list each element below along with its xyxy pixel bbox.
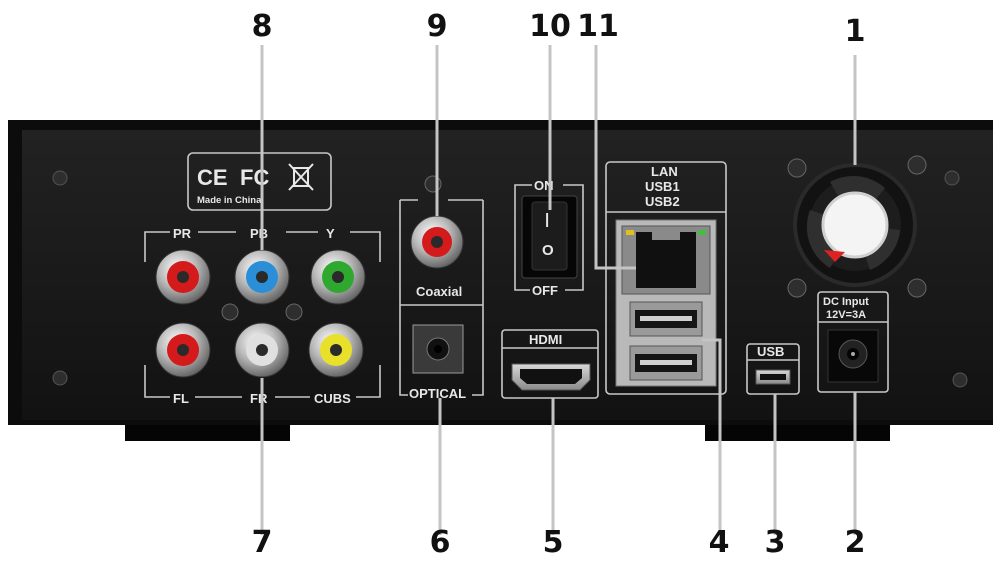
label-fr: FR <box>250 391 268 406</box>
screw-icon <box>907 278 927 298</box>
coaxial-port[interactable] <box>410 215 464 269</box>
rca-cubs-port[interactable] <box>308 322 364 378</box>
label-pb: PB <box>250 226 268 241</box>
rca-pr-port[interactable] <box>155 249 211 305</box>
hdmi-port[interactable] <box>511 363 591 391</box>
made-in-label: Made in China <box>197 195 262 206</box>
label-dc-input: DC Input <box>823 296 869 308</box>
screw-icon <box>221 303 239 321</box>
optical-port[interactable] <box>412 324 464 374</box>
diagram-svg: CE FC Made in China PR PB Y FL FR CUBS C… <box>8 45 993 535</box>
screw-icon <box>52 170 68 186</box>
lan-led-yellow <box>626 230 634 235</box>
callout-1: 1 <box>844 14 866 49</box>
callout-2: 2 <box>844 525 866 560</box>
callout-5: 5 <box>542 525 564 560</box>
switch-off-mark: O <box>542 242 554 259</box>
label-coaxial: Coaxial <box>416 284 462 299</box>
screw-icon <box>787 158 807 178</box>
foot-right <box>705 425 890 441</box>
label-y: Y <box>326 226 335 241</box>
screw-icon <box>787 278 807 298</box>
label-optical: OPTICAL <box>409 386 466 401</box>
ethernet-port[interactable] <box>621 225 711 295</box>
label-usb: USB <box>757 344 784 359</box>
rca-y-port[interactable] <box>310 249 366 305</box>
foot-left <box>125 425 290 441</box>
callout-10: 10 <box>529 9 571 44</box>
callout-7: 7 <box>251 525 273 560</box>
label-cubs: CUBS <box>314 391 351 406</box>
label-fl: FL <box>173 391 189 406</box>
screw-icon <box>952 372 968 388</box>
usb1-port[interactable] <box>629 301 703 337</box>
screw-icon <box>424 175 442 193</box>
rca-fl-port[interactable] <box>155 322 211 378</box>
screw-icon <box>907 155 927 175</box>
screw-icon <box>52 370 68 386</box>
label-usb2: USB2 <box>645 194 680 209</box>
switch-on-mark: | <box>545 211 549 228</box>
label-hdmi: HDMI <box>529 332 562 347</box>
rca-fr-port[interactable] <box>234 322 290 378</box>
label-lan: LAN <box>651 164 678 179</box>
screw-icon <box>944 170 960 186</box>
device-rear-panel-diagram: CE FC Made in China PR PB Y FL FR CUBS C… <box>0 0 993 561</box>
callout-8: 8 <box>251 9 273 44</box>
callout-6: 6 <box>429 525 451 560</box>
lan-led-green <box>698 230 706 235</box>
callout-3: 3 <box>764 525 786 560</box>
rca-pb-port[interactable] <box>234 249 290 305</box>
callout-4: 4 <box>708 525 730 560</box>
label-dc-rating: 12V=3A <box>826 309 866 321</box>
label-off: OFF <box>532 283 558 298</box>
label-usb1: USB1 <box>645 179 680 194</box>
mini-usb-port[interactable] <box>755 369 791 385</box>
usb2-port[interactable] <box>629 345 703 381</box>
ce-mark: CE <box>197 165 228 190</box>
callout-11: 11 <box>577 9 619 44</box>
fcc-mark: FC <box>240 165 269 190</box>
label-pr: PR <box>173 226 192 241</box>
dc-power-jack[interactable] <box>827 329 879 383</box>
screw-icon <box>285 303 303 321</box>
callout-9: 9 <box>426 9 448 44</box>
